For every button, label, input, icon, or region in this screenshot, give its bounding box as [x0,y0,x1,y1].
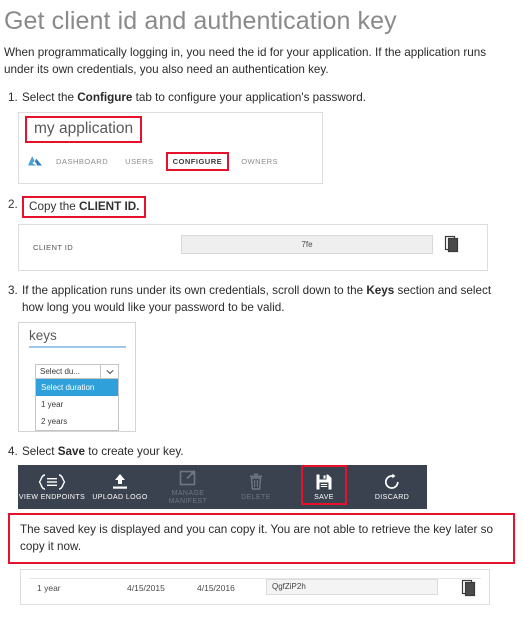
application-panel-figure: my application DASHBOARD USERS CONFIGURE… [18,112,323,184]
client-id-value-field[interactable]: 7fe [181,235,433,254]
step-1-number: 1. [8,91,18,104]
manage-manifest-label: MANAGE MANIFEST [168,490,208,505]
duration-dropdown-value: Select du... [40,367,81,376]
duration-option-2-years[interactable]: 2 years [36,413,118,430]
tab-users[interactable]: USERS [125,157,153,166]
keys-panel-figure: keys Select du... Select duration 1 year… [18,322,136,432]
step-2-number: 2. [8,198,18,211]
step-4-text: Select Save to create your key. [22,443,523,460]
app-name-label: my application [34,120,134,137]
app-name-annotation-box: my application [25,116,143,143]
discard-label: DISCARD [374,494,410,501]
copy-icon[interactable] [444,234,461,254]
step-2-text-before: Copy the [29,200,80,213]
step-3-text: If the application runs under its own cr… [22,282,523,316]
command-bar-figure: VIEW ENDPOINTS UPLOAD LOGO MANAGE MANIFE… [18,465,427,509]
step-2-bold: CLIENT ID. [79,200,140,213]
discard-button[interactable]: DISCARD [358,472,426,502]
article-page: Get client id and authentication key Whe… [0,6,523,639]
save-label: SAVE [314,494,334,501]
tab-configure[interactable]: CONFIGURE [165,152,230,171]
step-4: 4. Select Save to create your key. [4,443,523,460]
saved-key-note: The saved key is displayed and you can c… [8,513,515,564]
trash-icon [222,472,290,491]
saved-key-duration: 1 year [37,583,61,593]
step-4-text-before: Select [22,445,58,458]
discard-icon [358,472,426,491]
saved-key-expires-date: 4/15/2016 [197,583,235,593]
intro-paragraph: When programmatically logging in, you ne… [4,46,487,76]
delete-button[interactable]: DELETE [222,472,290,502]
app-tab-strip: DASHBOARD USERS CONFIGURE OWNERS [27,152,295,171]
save-button[interactable]: SAVE [290,465,358,505]
duration-option-select-duration[interactable]: Select duration [36,379,118,396]
view-endpoints-label: VIEW ENDPOINTS [18,494,86,501]
keys-panel-title: keys [29,328,57,343]
saved-key-value-field[interactable]: QgfZiP2h [266,579,438,595]
page-title: Get client id and authentication key [4,7,397,35]
view-endpoints-icon [18,472,86,491]
step-1: 1. Select the Configure tab to configure… [4,89,523,106]
step-3-bold: Keys [366,284,395,297]
client-id-panel-figure: CLIENT ID 7fe [18,224,488,271]
step-1-text: Select the Configure tab to configure yo… [22,89,523,106]
step-2: 2. Copy the CLIENT ID. [4,196,523,218]
step-2-annotation-box: Copy the CLIENT ID. [22,196,147,218]
view-endpoints-button[interactable]: VIEW ENDPOINTS [18,472,86,502]
upload-logo-label: UPLOAD LOGO [92,494,148,501]
step-4-text-after: to create your key. [85,445,184,458]
keys-title-underline [29,346,126,348]
step-3-number: 3. [8,284,18,297]
save-icon [290,472,358,491]
step-3-text-before: If the application runs under its own cr… [22,284,367,297]
azure-ad-icon [27,155,43,168]
delete-label: DELETE [241,494,271,501]
client-id-label: CLIENT ID [33,243,74,252]
upload-logo-button[interactable]: UPLOAD LOGO [86,472,154,502]
step-4-bold: Save [57,445,86,458]
duration-option-1-year[interactable]: 1 year [36,396,118,413]
step-1-text-after: tab to configure your application's pass… [132,91,366,104]
manage-manifest-icon [154,468,222,487]
copy-icon[interactable] [461,578,478,603]
step-4-number: 4. [8,445,18,458]
duration-dropdown-list: Select duration 1 year 2 years [35,379,119,431]
saved-key-created-date: 4/15/2015 [127,583,165,593]
upload-logo-icon [86,472,154,491]
step-1-bold: Configure [77,91,133,104]
duration-dropdown[interactable]: Select du... [35,364,119,379]
step-3: 3. If the application runs under its own… [4,282,523,316]
chevron-down-icon[interactable] [100,365,118,378]
step-1-text-before: Select the [22,91,78,104]
manage-manifest-button[interactable]: MANAGE MANIFEST [154,468,222,506]
saved-key-row-figure: 1 year 4/15/2015 4/15/2016 QgfZiP2h [20,569,490,605]
tab-dashboard[interactable]: DASHBOARD [56,157,108,166]
tab-owners[interactable]: OWNERS [241,157,278,166]
